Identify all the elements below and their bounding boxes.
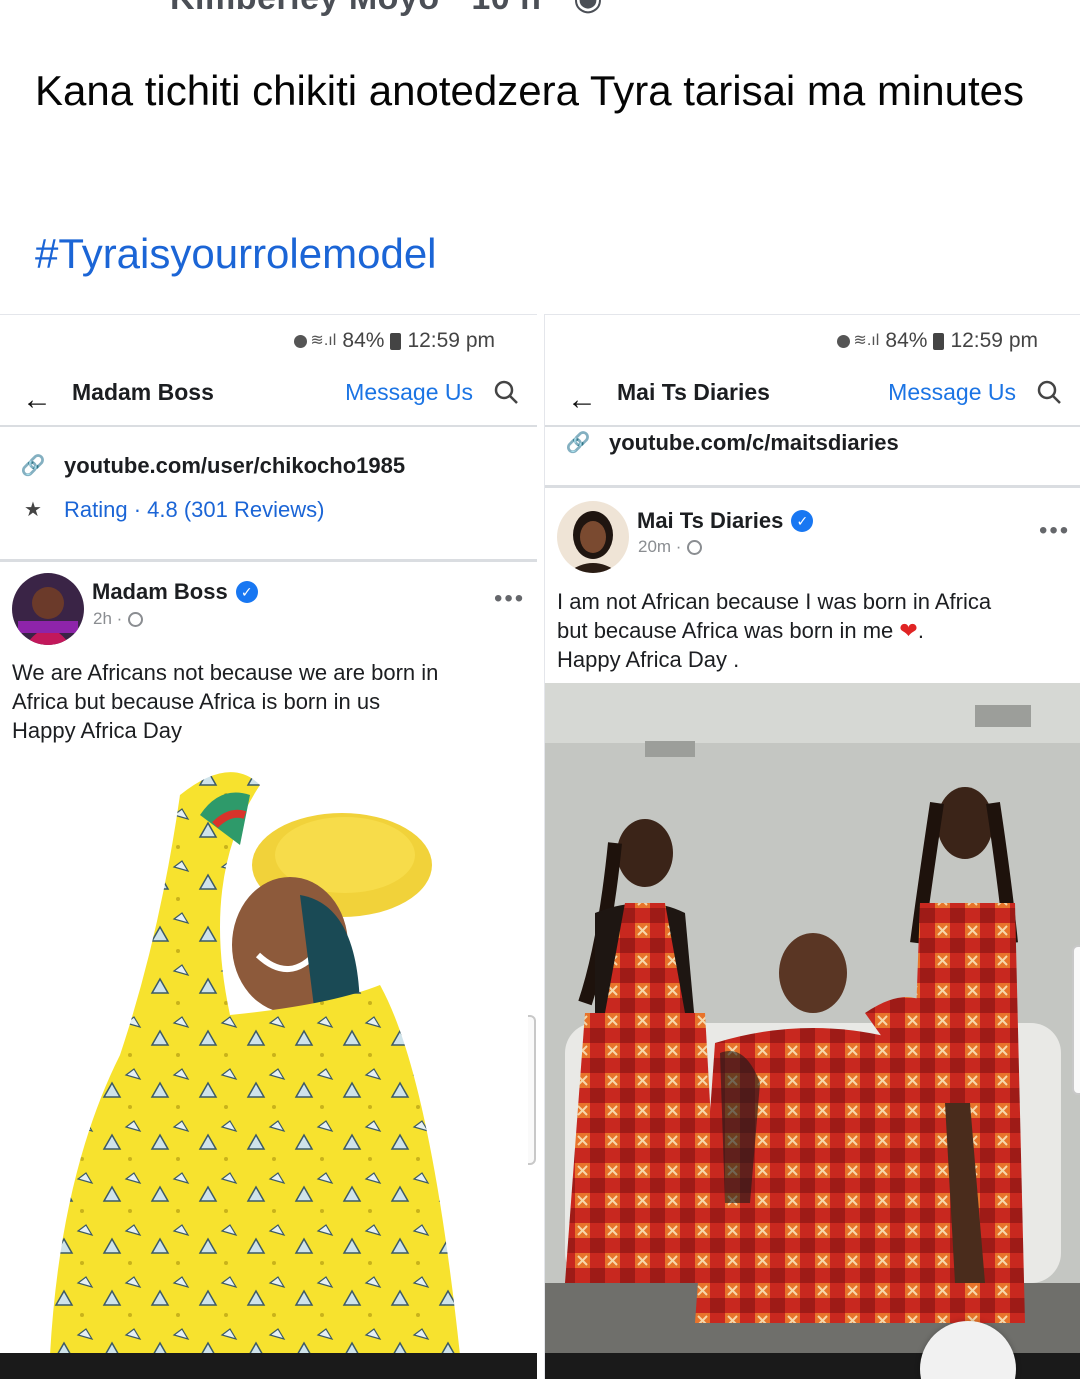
status-time: 12:59 pm (407, 329, 495, 352)
status-bar: 84% 12:59 pm (294, 329, 495, 353)
star-icon: ★ (24, 499, 42, 521)
post-author[interactable]: Kimberley Moyo · 10 h · ◉ (170, 0, 603, 18)
youtube-link-row[interactable]: 🔗 youtube.com/user/chikocho1985 (20, 453, 406, 479)
divider (0, 559, 537, 562)
youtube-link[interactable]: youtube.com/user/chikocho1985 (64, 453, 405, 479)
page-name[interactable]: Madam Boss (92, 579, 228, 605)
back-arrow-icon[interactable]: ← (567, 383, 597, 417)
link-icon: 🔗 (565, 432, 591, 454)
post-page-name[interactable]: Madam Boss ✓ (92, 579, 258, 605)
post-time: 2h · (93, 609, 123, 628)
hashtag-link[interactable]: #Tyraisyourrolemodel (35, 230, 437, 278)
divider (0, 425, 537, 427)
left-screenshot: 84% 12:59 pm ← Madam Boss Message Us 🔗 y… (0, 314, 537, 1379)
caption-line: Happy Africa Day (12, 718, 182, 743)
link-icon: 🔗 (20, 455, 46, 477)
youtube-link[interactable]: youtube.com/c/maitsdiaries (609, 430, 899, 456)
youtube-link-row[interactable]: 🔗 youtube.com/c/maitsdiaries (565, 430, 899, 456)
caption-line: but because Africa was born in me ❤. (557, 618, 924, 643)
post-time: 20m · (638, 537, 682, 556)
signal-icon (837, 330, 879, 350)
search-icon[interactable] (1036, 379, 1062, 405)
avatar[interactable] (12, 573, 84, 645)
post-text: Kana tichiti chikiti anotedzera Tyra tar… (35, 67, 1025, 114)
caption-line: We are Africans not because we are born … (12, 660, 439, 685)
post-photo[interactable] (545, 683, 1080, 1363)
battery-percent: 84% (885, 329, 928, 352)
search-icon[interactable] (493, 379, 519, 405)
more-icon[interactable]: ••• (494, 585, 525, 613)
battery-percent: 84% (342, 329, 385, 352)
post-meta: 20m · (638, 537, 703, 557)
battery-icon (933, 332, 945, 350)
rating-row[interactable]: ★ Rating · 4.8 (301 Reviews) (20, 497, 324, 523)
page-navbar: ← Mai Ts Diaries Message Us (545, 373, 1080, 425)
post-caption: I am not African because I was born in A… (557, 587, 1067, 674)
message-us-button[interactable]: Message Us (888, 379, 1016, 406)
verified-icon: ✓ (791, 510, 814, 532)
right-screenshot: 84% 12:59 pm ← Mai Ts Diaries Message Us… (544, 314, 1080, 1379)
divider (545, 485, 1080, 488)
edge-handle[interactable] (528, 1015, 536, 1165)
page-name[interactable]: Mai Ts Diaries (637, 508, 783, 534)
nav-bar (0, 1353, 537, 1379)
heart-icon: ❤ (899, 618, 918, 643)
battery-icon (390, 332, 402, 350)
post-page-name[interactable]: Mai Ts Diaries ✓ (637, 508, 814, 534)
rating-text[interactable]: Rating · 4.8 (301 Reviews) (64, 497, 324, 523)
post-meta: 2h · (93, 609, 144, 629)
verified-icon: ✓ (235, 581, 258, 603)
caption-line: Africa but because Africa is born in us (12, 689, 381, 714)
caption-line: I am not African because I was born in A… (557, 589, 992, 614)
globe-icon (687, 539, 703, 555)
divider (545, 425, 1080, 427)
status-time: 12:59 pm (950, 329, 1038, 352)
page-title: Mai Ts Diaries (617, 379, 770, 405)
page-navbar: ← Madam Boss Message Us (0, 373, 537, 425)
post-photo[interactable] (0, 755, 537, 1355)
status-bar: 84% 12:59 pm (837, 329, 1038, 353)
message-us-button[interactable]: Message Us (345, 379, 473, 406)
edge-handle[interactable] (1072, 945, 1080, 1095)
page-title: Madam Boss (72, 379, 214, 405)
post-caption: We are Africans not because we are born … (12, 658, 522, 745)
signal-icon (294, 330, 336, 350)
caption-line: Happy Africa Day . (557, 647, 740, 672)
more-icon[interactable]: ••• (1039, 517, 1070, 545)
globe-icon (128, 611, 144, 627)
back-arrow-icon[interactable]: ← (22, 383, 52, 417)
avatar[interactable] (557, 501, 629, 573)
